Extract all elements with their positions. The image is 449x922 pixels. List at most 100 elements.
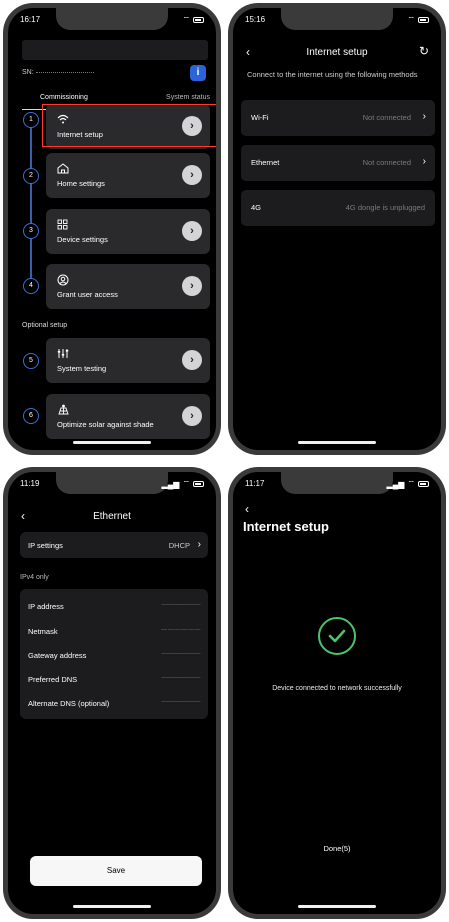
wifi-row[interactable]: Wi-Fi Not connected › <box>241 100 435 136</box>
wifi-status-icon: ⌔ <box>182 15 190 24</box>
page-title: Internet setup <box>306 47 368 58</box>
done-button[interactable]: Done(5) <box>233 844 441 853</box>
wifi-status-icon: ⌔ <box>407 15 415 24</box>
ip-settings-row[interactable]: IP settings DHCP › <box>20 532 208 558</box>
signal-icon: ▂▄▆ <box>386 479 405 489</box>
notch <box>281 8 393 30</box>
success-screen: 11:17 ▂▄▆ ⌔ ‹ Internet setup Device conne… <box>233 472 441 914</box>
step-label: Optimize solar against shade <box>57 420 154 429</box>
step-label: Home settings <box>57 179 105 188</box>
ipv4-label: IPv4 only <box>20 574 49 581</box>
chevron-right-icon[interactable]: › <box>182 221 202 241</box>
page-title: Ethernet <box>93 511 131 522</box>
step-number-2: 2 <box>23 168 39 184</box>
row-status: 4G dongle is unplugged <box>345 203 425 212</box>
status-time: 11:19 <box>20 479 40 488</box>
home-indicator <box>73 905 151 908</box>
device-name-bar <box>22 40 208 60</box>
step-label: Device settings <box>57 235 108 244</box>
sliders-icon <box>57 348 69 362</box>
gateway-address-field[interactable]: Gateway address ——————— <box>28 651 200 660</box>
page-description: Connect to the internet using the follow… <box>247 70 418 79</box>
phone-ethernet: 11:19 ▂▄▆ ⌔ ‹ Ethernet IP settings DHCP ›… <box>3 467 221 919</box>
chevron-right-icon: › <box>422 156 426 167</box>
alternate-dns-field[interactable]: Alternate DNS (optional) ——————— <box>28 699 200 708</box>
field-value: ——————— <box>161 602 201 608</box>
row-status: Not connected <box>362 113 411 122</box>
field-label: Alternate DNS (optional) <box>28 699 110 708</box>
ethernet-row[interactable]: Ethernet Not connected › <box>241 145 435 181</box>
step-card-system-testing[interactable]: System testing › <box>46 338 210 383</box>
home-icon <box>57 163 69 177</box>
phone-internet-setup: 15:16 ⌔ ‹ Internet setup ↻ Connect to th… <box>228 3 446 455</box>
tab-commissioning[interactable]: Commissioning <box>40 94 88 101</box>
row-label: Wi-Fi <box>251 113 269 122</box>
save-button[interactable]: Save <box>30 856 202 886</box>
phone-commissioning: 16:17 ⌔ SN: i Commissioning System statu… <box>3 3 221 455</box>
home-indicator <box>298 905 376 908</box>
field-value: ——————— <box>161 675 201 681</box>
row-status: Not connected <box>362 158 411 167</box>
status-icons: ▂▄▆ ⌔ <box>161 479 204 489</box>
grid-icon <box>57 219 68 233</box>
chevron-right-icon[interactable]: › <box>182 406 202 426</box>
optional-setup-heading: Optional setup <box>22 322 68 329</box>
signal-icon: ▂▄▆ <box>161 479 180 489</box>
row-label: 4G <box>251 203 262 212</box>
field-label: IP address <box>28 602 64 611</box>
status-icons: ⌔ <box>407 15 429 25</box>
sn-label: SN: <box>22 69 34 76</box>
step-card-grant-user-access[interactable]: Grant user access › <box>46 264 210 309</box>
preferred-dns-field[interactable]: Preferred DNS ——————— <box>28 675 200 684</box>
step-card-optimize-solar[interactable]: Optimize solar against shade › <box>46 394 210 439</box>
highlight-box <box>42 104 216 147</box>
ip-address-field[interactable]: IP address ——————— <box>28 602 200 611</box>
home-indicator <box>73 441 151 444</box>
chevron-right-icon: › <box>197 539 201 550</box>
commissioning-screen: 16:17 ⌔ SN: i Commissioning System statu… <box>8 8 216 450</box>
chevron-right-icon[interactable]: › <box>182 165 202 185</box>
wifi-status-icon: ⌔ <box>407 479 415 488</box>
step-number-1: 1 <box>23 112 39 128</box>
ipv4-fields-group: IP address ——————— Netmask — — — — — — G… <box>20 589 208 719</box>
row-label: Ethernet <box>251 158 280 167</box>
4g-row: 4G 4G dongle is unplugged <box>241 190 435 226</box>
chevron-right-icon[interactable]: › <box>182 276 202 296</box>
refresh-icon[interactable]: ↻ <box>419 44 429 58</box>
notch <box>56 472 168 494</box>
back-icon[interactable]: ‹ <box>245 502 249 516</box>
status-time: 16:17 <box>20 15 41 24</box>
tab-system-status[interactable]: System status <box>166 94 210 101</box>
sn-value-placeholder <box>35 71 94 73</box>
battery-icon <box>193 17 204 23</box>
status-time: 11:17 <box>245 479 265 488</box>
wifi-status-icon: ⌔ <box>182 479 190 488</box>
step-number-6: 6 <box>23 408 39 424</box>
serial-number: SN: <box>22 69 94 76</box>
step-label: System testing <box>57 364 107 373</box>
notch <box>56 8 168 30</box>
home-indicator <box>298 441 376 444</box>
step-card-device-settings[interactable]: Device settings › <box>46 209 210 254</box>
netmask-field[interactable]: Netmask — — — — — — <box>28 627 200 636</box>
chevron-right-icon: › <box>422 111 426 122</box>
status-icons: ⌔ <box>182 15 204 25</box>
field-value: ——————— <box>161 699 201 705</box>
step-label: Grant user access <box>57 290 118 299</box>
field-label: Preferred DNS <box>28 675 78 684</box>
field-value: — — — — — — <box>161 627 200 633</box>
ip-settings-value: DHCP <box>168 541 190 550</box>
step-card-home-settings[interactable]: Home settings › <box>46 153 210 198</box>
status-time: 15:16 <box>245 15 266 24</box>
user-icon <box>57 274 69 289</box>
page-title: Internet setup <box>243 519 329 534</box>
field-value: ——————— <box>161 651 201 657</box>
info-button[interactable]: i <box>190 65 206 81</box>
chevron-right-icon[interactable]: › <box>182 350 202 370</box>
status-icons: ▂▄▆ ⌔ <box>386 479 429 489</box>
phone-setup-success: 11:17 ▂▄▆ ⌔ ‹ Internet setup Device conne… <box>228 467 446 919</box>
ethernet-screen: 11:19 ▂▄▆ ⌔ ‹ Ethernet IP settings DHCP ›… <box>8 472 216 914</box>
step-number-5: 5 <box>23 353 39 369</box>
field-label: Netmask <box>28 627 58 636</box>
battery-icon <box>418 481 429 487</box>
